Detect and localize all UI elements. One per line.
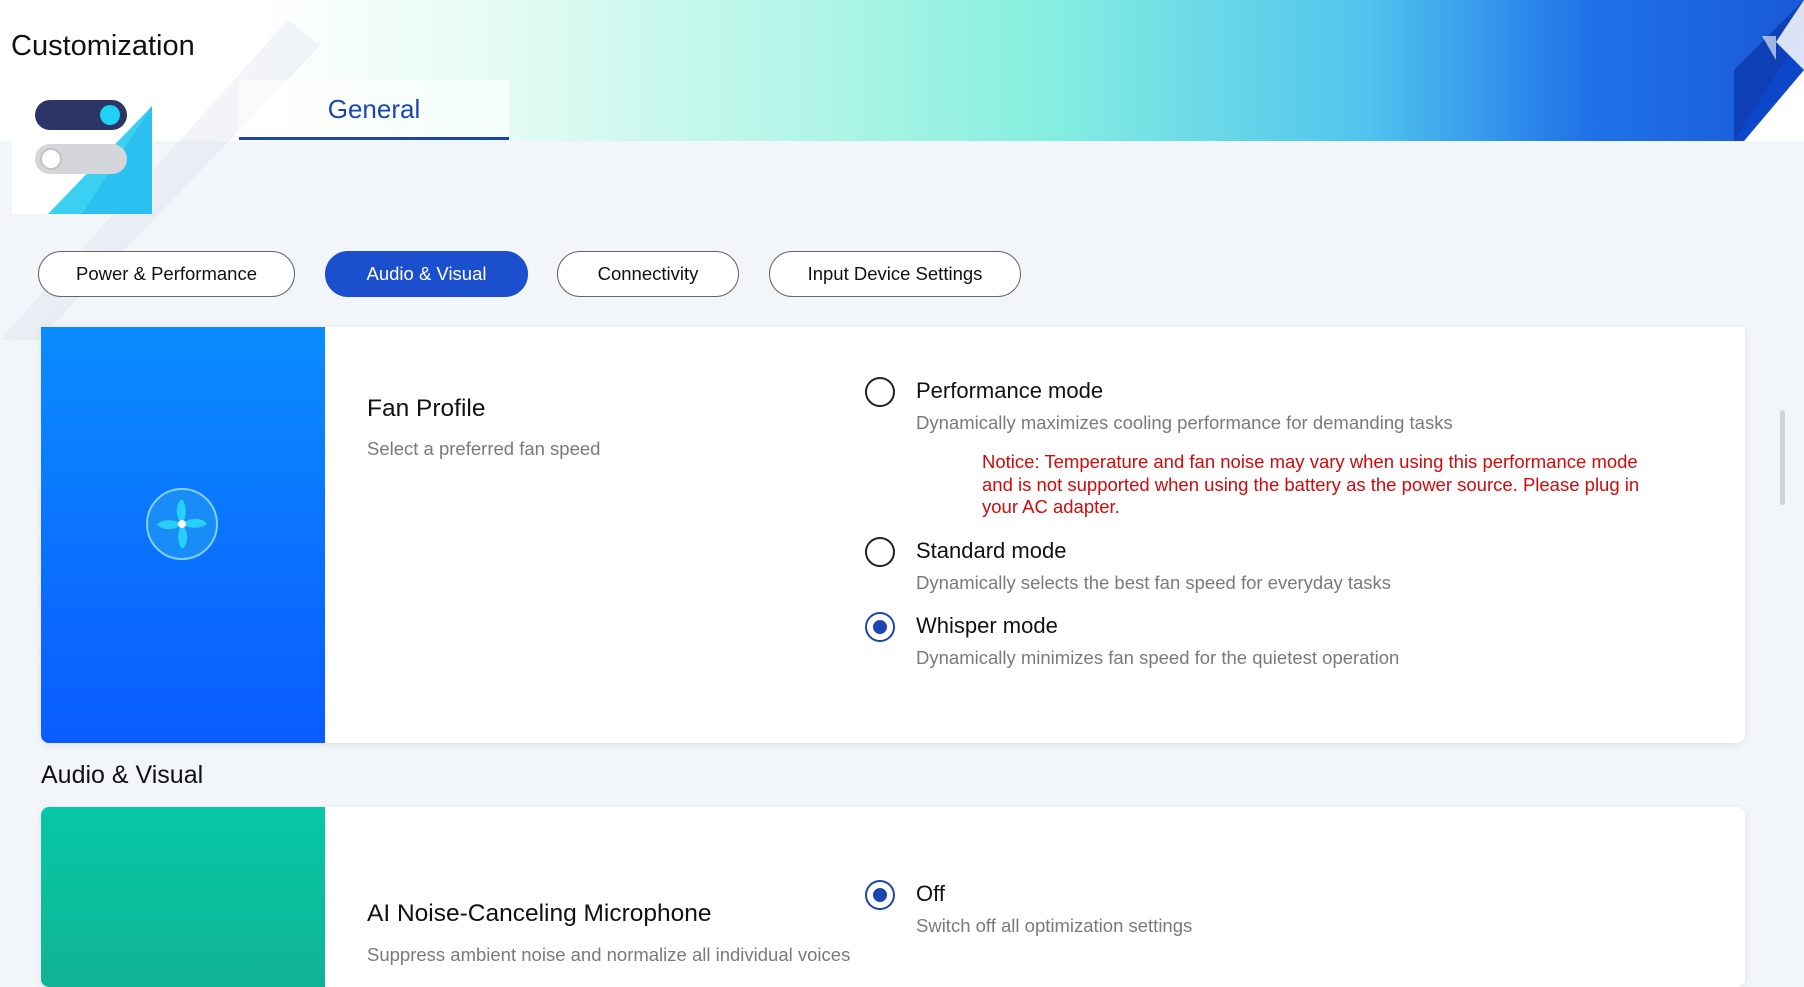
whisper-mode-description: Dynamically minimizes fan speed for the … [916, 647, 1400, 668]
performance-mode-radio[interactable] [865, 377, 895, 407]
whisper-mode-label[interactable]: Whisper mode [916, 613, 1058, 639]
standard-mode-label[interactable]: Standard mode [916, 538, 1066, 564]
vertical-scrollbar[interactable] [1780, 410, 1785, 505]
filter-audio-visual[interactable]: Audio & Visual [325, 251, 528, 297]
tab-general[interactable]: General [239, 80, 509, 140]
mic-off-label[interactable]: Off [916, 881, 945, 907]
fan-profile-title: Fan Profile [367, 395, 486, 422]
performance-mode-label[interactable]: Performance mode [916, 378, 1103, 404]
ai-noise-mic-subtitle: Suppress ambient noise and normalize all… [367, 944, 851, 965]
filter-power-performance[interactable]: Power & Performance [38, 251, 295, 297]
corner-decoration [1734, 0, 1804, 141]
whisper-mode-radio[interactable] [865, 612, 895, 642]
ai-noise-mic-side-panel [41, 807, 325, 987]
mic-off-radio[interactable] [865, 880, 895, 910]
ai-noise-mic-title: AI Noise-Canceling Microphone [367, 900, 712, 927]
customization-app-icon [12, 80, 152, 214]
page-title: Customization [11, 30, 195, 62]
standard-mode-radio[interactable] [865, 537, 895, 567]
performance-mode-description: Dynamically maximizes cooling performanc… [916, 412, 1453, 433]
section-heading-audio-visual: Audio & Visual [41, 761, 204, 789]
performance-mode-notice: Notice: Temperature and fan noise may va… [982, 451, 1640, 517]
filter-input-device-settings[interactable]: Input Device Settings [769, 251, 1021, 297]
fan-profile-subtitle: Select a preferred fan speed [367, 438, 601, 459]
fan-profile-side-panel [41, 327, 325, 743]
mic-off-description: Switch off all optimization settings [916, 915, 1193, 936]
fan-icon [146, 488, 218, 560]
standard-mode-description: Dynamically selects the best fan speed f… [916, 572, 1392, 593]
filter-connectivity[interactable]: Connectivity [557, 251, 739, 297]
